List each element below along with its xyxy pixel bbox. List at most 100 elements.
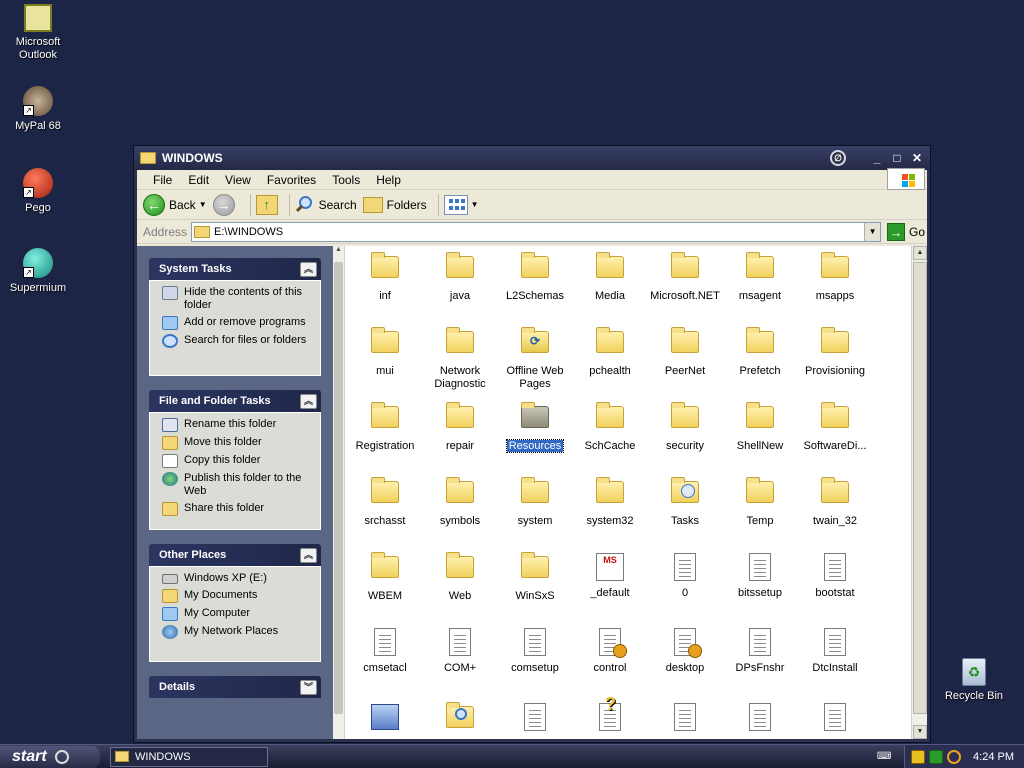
place-my-computer[interactable]: My Computer	[162, 607, 314, 621]
task-publish-web[interactable]: Publish this folder to the Web	[162, 472, 314, 498]
task-search-files[interactable]: Search for files or folders	[162, 334, 314, 348]
file-item[interactable]	[722, 702, 798, 737]
file-list-view[interactable]: ▲ inf java L2Schemas Media Microsoft.NET msag…	[333, 246, 927, 739]
file-item[interactable]: Temp	[722, 477, 798, 528]
scroll-down-button[interactable]: ▼	[913, 725, 927, 739]
file-item[interactable]: ?	[572, 695, 648, 737]
file-item[interactable]: control	[572, 627, 648, 675]
search-tray-icon[interactable]	[947, 749, 962, 764]
expand-chevron-icon[interactable]: ︾	[300, 679, 317, 695]
file-item[interactable]: SchCache	[572, 402, 648, 453]
file-item[interactable]: java	[422, 252, 498, 303]
panel-header[interactable]: Details ︾	[149, 676, 321, 698]
input-indicator-icon[interactable]: ⌨	[874, 747, 894, 767]
file-item[interactable]: Provisioning	[797, 327, 873, 378]
pane-splitter[interactable]: ▲	[333, 246, 345, 739]
file-item[interactable]	[497, 702, 573, 737]
desktop-icon-pego[interactable]: ↗ Pego	[0, 168, 76, 215]
desktop-icon-supermium[interactable]: ↗ Supermium	[0, 248, 76, 295]
menu-file[interactable]: File	[145, 171, 180, 189]
collapse-chevron-icon[interactable]: ︽	[300, 547, 317, 563]
file-item[interactable]: Prefetch	[722, 327, 798, 378]
file-item[interactable]: ShellNew	[722, 402, 798, 453]
folders-button[interactable]: Folders	[362, 196, 427, 213]
taskbar-window-item[interactable]: WINDOWS	[110, 746, 268, 767]
file-item[interactable]	[797, 702, 873, 737]
file-item[interactable]: msagent	[722, 252, 798, 303]
file-item[interactable]: PeerNet	[647, 327, 723, 378]
file-item[interactable]	[647, 702, 723, 737]
search-button[interactable]: Search	[295, 195, 357, 215]
back-dropdown-icon[interactable]: ▼	[199, 200, 207, 209]
desktop-icon-outlook[interactable]: Microsoft Outlook	[0, 4, 76, 62]
task-share-folder[interactable]: Share this folder	[162, 502, 314, 516]
file-item[interactable]: system32	[572, 477, 648, 528]
start-button[interactable]: start	[0, 745, 100, 768]
network-icon[interactable]	[929, 749, 944, 764]
up-folder-button[interactable]: ↑	[255, 194, 278, 215]
file-item[interactable]: Registration	[347, 402, 423, 453]
minimize-button[interactable]: _	[868, 150, 886, 166]
file-item[interactable]: DPsFnshr	[722, 627, 798, 675]
file-item[interactable]: SoftwareDi...	[797, 402, 873, 453]
file-item[interactable]: bitssetup	[722, 552, 798, 600]
file-item[interactable]: bootstat	[797, 552, 873, 600]
file-item[interactable]: symbols	[422, 477, 498, 528]
file-item[interactable]: msapps	[797, 252, 873, 303]
task-add-remove-programs[interactable]: Add or remove programs	[162, 316, 314, 330]
file-item[interactable]	[347, 702, 423, 738]
place-windows-xp-drive[interactable]: Windows XP (E:)	[162, 572, 314, 585]
file-item[interactable]: Tasks	[647, 477, 723, 528]
file-item[interactable]: twain_32	[797, 477, 873, 528]
panel-header[interactable]: File and Folder Tasks ︽	[149, 390, 321, 412]
file-item[interactable]: Microsoft.NET	[647, 252, 723, 303]
file-item[interactable]: Web	[422, 552, 498, 603]
menu-edit[interactable]: Edit	[180, 171, 217, 189]
scroll-thumb[interactable]	[913, 262, 927, 714]
panel-header[interactable]: Other Places ︽	[149, 544, 321, 566]
file-item[interactable]: pchealth	[572, 327, 648, 378]
views-button[interactable]: ▼	[443, 194, 479, 215]
file-item[interactable]: WBEM	[347, 552, 423, 603]
file-item[interactable]: DtcInstall	[797, 627, 873, 675]
window-theme-knob-icon[interactable]: ∅	[830, 150, 846, 166]
desktop-icon-recycle-bin[interactable]: ♻ Recycle Bin	[936, 658, 1012, 703]
clock[interactable]: 4:24 PM	[973, 751, 1014, 763]
collapse-chevron-icon[interactable]: ︽	[300, 393, 317, 409]
desktop-icon-mypal[interactable]: ↗ MyPal 68	[0, 86, 76, 133]
collapse-chevron-icon[interactable]: ︽	[300, 261, 317, 277]
file-item[interactable]: ⟳ Offline Web Pages	[497, 327, 573, 391]
task-hide-contents[interactable]: Hide the contents of this folder	[162, 286, 314, 312]
file-item[interactable]: security	[647, 402, 723, 453]
menu-favorites[interactable]: Favorites	[259, 171, 324, 189]
file-item[interactable]: COM+	[422, 627, 498, 675]
title-bar[interactable]: WINDOWS ∅ _ □ ✕	[134, 146, 930, 170]
file-item[interactable]: Media	[572, 252, 648, 303]
file-item[interactable]: srchasst	[347, 477, 423, 528]
task-rename-folder[interactable]: Rename this folder	[162, 418, 314, 432]
file-item[interactable]: L2Schemas	[497, 252, 573, 303]
address-dropdown-button[interactable]: ▼	[864, 222, 881, 241]
task-copy-folder[interactable]: Copy this folder	[162, 454, 314, 468]
vertical-scrollbar[interactable]: ▲ ▼	[911, 246, 927, 739]
file-item[interactable]: system	[497, 477, 573, 528]
go-button[interactable]: → Go	[887, 222, 925, 241]
address-input[interactable]: E:\WINDOWS ▼	[191, 221, 882, 242]
maximize-button[interactable]: □	[888, 150, 906, 166]
forward-button[interactable]: →	[212, 193, 239, 216]
task-move-folder[interactable]: Move this folder	[162, 436, 314, 450]
menu-tools[interactable]: Tools	[324, 171, 368, 189]
file-item[interactable]: desktop	[647, 627, 723, 675]
file-item[interactable]: WinSxS	[497, 552, 573, 603]
file-item[interactable]: cmsetacl	[347, 627, 423, 675]
file-item[interactable]: mui	[347, 327, 423, 378]
security-shield-icon[interactable]	[911, 749, 926, 764]
file-item[interactable]: Resources	[497, 402, 573, 453]
menu-view[interactable]: View	[217, 171, 259, 189]
file-item[interactable]: comsetup	[497, 627, 573, 675]
file-item[interactable]	[422, 702, 498, 739]
file-item[interactable]: 0	[647, 552, 723, 600]
file-item[interactable]: Network Diagnostic	[422, 327, 498, 391]
close-button[interactable]: ✕	[908, 150, 926, 166]
place-my-documents[interactable]: My Documents	[162, 589, 314, 603]
